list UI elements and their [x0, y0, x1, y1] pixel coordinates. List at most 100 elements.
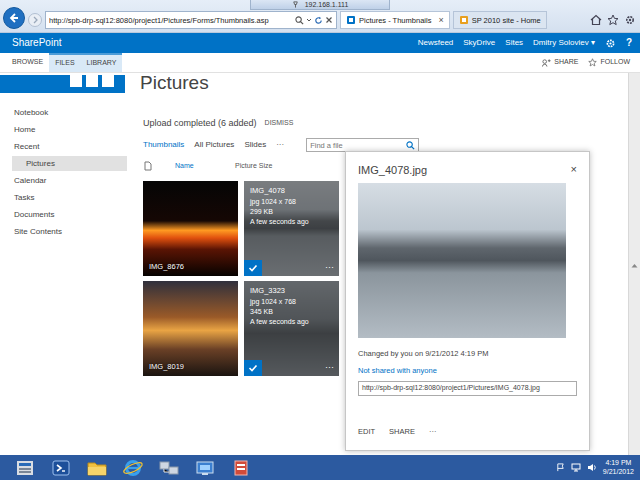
sidebar-label[interactable]: Home: [14, 125, 35, 135]
callout-action[interactable]: EDIT: [358, 427, 375, 436]
back-button[interactable]: [3, 7, 25, 29]
view-tab[interactable]: Thumbnails: [143, 140, 184, 150]
forward-button[interactable]: [28, 13, 42, 27]
remote-desktop-icon[interactable]: [194, 459, 216, 477]
clock-date[interactable]: 9/21/2012: [603, 468, 634, 476]
suite-link[interactable]: Sites: [505, 38, 523, 48]
sidebar-highlight[interactable]: Home: [12, 122, 127, 137]
browser-tab[interactable]: SP 2010 site - Home: [453, 11, 547, 29]
powershell-icon[interactable]: [50, 459, 72, 477]
scrollbar[interactable]: [628, 73, 640, 455]
document-type-icon[interactable]: [143, 161, 153, 171]
ribbon-tab[interactable]: FILES: [49, 53, 80, 72]
view-label[interactable]: All Pictures: [194, 140, 234, 149]
item-menu-button[interactable]: ···: [325, 362, 334, 373]
ribbon-action[interactable]: FOLLOW: [588, 58, 630, 67]
sidebar-label[interactable]: Documents: [14, 210, 54, 220]
action-center-flag-icon[interactable]: [556, 463, 565, 472]
picture-thumbnail[interactable]: IMG_8019: [143, 281, 238, 376]
sidebar-item[interactable]: Recent: [12, 138, 140, 155]
volume-icon[interactable]: [587, 463, 597, 472]
picture-name[interactable]: IMG_8676: [149, 262, 184, 271]
internet-explorer-icon[interactable]: [122, 459, 144, 477]
clock[interactable]: 4:19 PM9/21/2012: [603, 459, 634, 475]
sidebar-item[interactable]: Notebook: [12, 104, 140, 121]
scroll-up-icon[interactable]: [631, 76, 638, 455]
url-field[interactable]: http://spb-drp-sql12:8080/project1/Pictu…: [358, 381, 577, 395]
ribbon-tab[interactable]: BROWSE: [6, 53, 49, 72]
selection-checkbox[interactable]: [244, 260, 262, 276]
user-menu[interactable]: Dmitry Soloviev ▾: [533, 38, 595, 48]
file-explorer-icon[interactable]: [86, 459, 108, 477]
picture-name[interactable]: IMG_4078: [250, 186, 335, 197]
site-logo[interactable]: [0, 75, 125, 93]
sidebar-label[interactable]: Tasks: [14, 193, 34, 203]
sidebar-item[interactable]: Tasks: [12, 189, 140, 206]
view-label[interactable]: Thumbnails: [143, 140, 184, 149]
sidebar-label[interactable]: Pictures: [26, 159, 55, 169]
picture-preview[interactable]: [358, 183, 566, 338]
favorites-star-icon[interactable]: [607, 14, 619, 26]
item-menu-button[interactable]: ···: [325, 262, 334, 273]
picture-name[interactable]: IMG_3323: [250, 286, 335, 297]
sidebar-highlight[interactable]: Pictures: [12, 156, 127, 171]
callout-more-button[interactable]: ···: [429, 427, 437, 436]
tool-icon[interactable]: [230, 459, 252, 477]
checkmark-icon[interactable]: [248, 363, 258, 373]
follow-star-icon[interactable]: [588, 58, 597, 67]
dismiss-link[interactable]: DISMISS: [265, 119, 294, 127]
sharing-link[interactable]: Not shared with anyone: [358, 366, 577, 375]
server-manager-icon[interactable]: [14, 459, 36, 477]
sidebar-highlight[interactable]: Documents: [12, 207, 127, 222]
sidebar-highlight[interactable]: Site Contents: [12, 224, 127, 239]
refresh-icon[interactable]: [314, 16, 323, 25]
home-icon[interactable]: [590, 14, 602, 26]
more-views-button[interactable]: ···: [276, 140, 284, 150]
column-header[interactable]: Picture Size: [235, 162, 272, 170]
sidebar-item[interactable]: Site Contents: [12, 223, 140, 240]
view-tab[interactable]: Slides: [244, 140, 266, 150]
sharepoint-brand[interactable]: SharePoint: [12, 37, 61, 49]
sidebar-label[interactable]: Site Contents: [14, 227, 62, 237]
photo[interactable]: [143, 181, 238, 276]
share-icon[interactable]: [542, 58, 551, 67]
sidebar-label[interactable]: Calendar: [14, 176, 46, 186]
ribbon-tab-label[interactable]: FILES: [55, 59, 74, 67]
tab-label[interactable]: SP 2010 site - Home: [472, 16, 541, 25]
forward-arrow-icon[interactable]: [31, 16, 39, 24]
sidebar-item[interactable]: Calendar: [12, 172, 140, 189]
sidebar-highlight[interactable]: Notebook: [12, 105, 127, 120]
browser-tab[interactable]: Pictures - Thumbnails×: [340, 11, 450, 29]
clock-time[interactable]: 4:19 PM: [603, 459, 634, 467]
sidebar-label[interactable]: Recent: [14, 142, 39, 152]
magnifier-icon[interactable]: [406, 141, 415, 150]
ribbon-action-label[interactable]: FOLLOW: [600, 58, 630, 66]
settings-gear-icon[interactable]: [605, 38, 616, 49]
ribbon-action[interactable]: SHARE: [542, 58, 578, 67]
sidebar-item[interactable]: Home: [12, 121, 140, 138]
search-icon[interactable]: [295, 16, 304, 25]
stop-icon[interactable]: [325, 16, 333, 24]
network-icon[interactable]: [158, 459, 180, 477]
ribbon-action-label[interactable]: SHARE: [554, 58, 578, 66]
selection-checkbox[interactable]: [244, 360, 262, 376]
sidebar-highlight[interactable]: Tasks: [12, 190, 127, 205]
sidebar-label[interactable]: Notebook: [14, 108, 48, 118]
back-arrow-icon[interactable]: [8, 12, 20, 24]
site-logo-icon[interactable]: [0, 75, 125, 93]
picture-name[interactable]: IMG_8019: [149, 362, 184, 371]
picture-thumbnail[interactable]: IMG_3323jpg 1024 x 768345 KBA few second…: [244, 281, 339, 376]
suite-link[interactable]: Newsfeed: [418, 38, 454, 48]
checkmark-icon[interactable]: [248, 263, 258, 273]
sidebar-item[interactable]: Pictures: [12, 155, 140, 172]
pin-icon[interactable]: [292, 1, 299, 8]
network-status-icon[interactable]: [571, 463, 581, 472]
picture-thumbnail[interactable]: IMG_4078jpg 1024 x 768299 KBA few second…: [244, 181, 339, 276]
settings-gear-icon[interactable]: [624, 14, 636, 26]
help-button[interactable]: ?: [626, 37, 632, 49]
picture-thumbnail[interactable]: IMG_8676: [143, 181, 238, 276]
dropdown-icon[interactable]: [306, 17, 312, 23]
ribbon-tab-label[interactable]: LIBRARY: [87, 59, 117, 67]
view-label[interactable]: Slides: [244, 140, 266, 149]
ribbon-tab-label[interactable]: BROWSE: [12, 58, 43, 66]
